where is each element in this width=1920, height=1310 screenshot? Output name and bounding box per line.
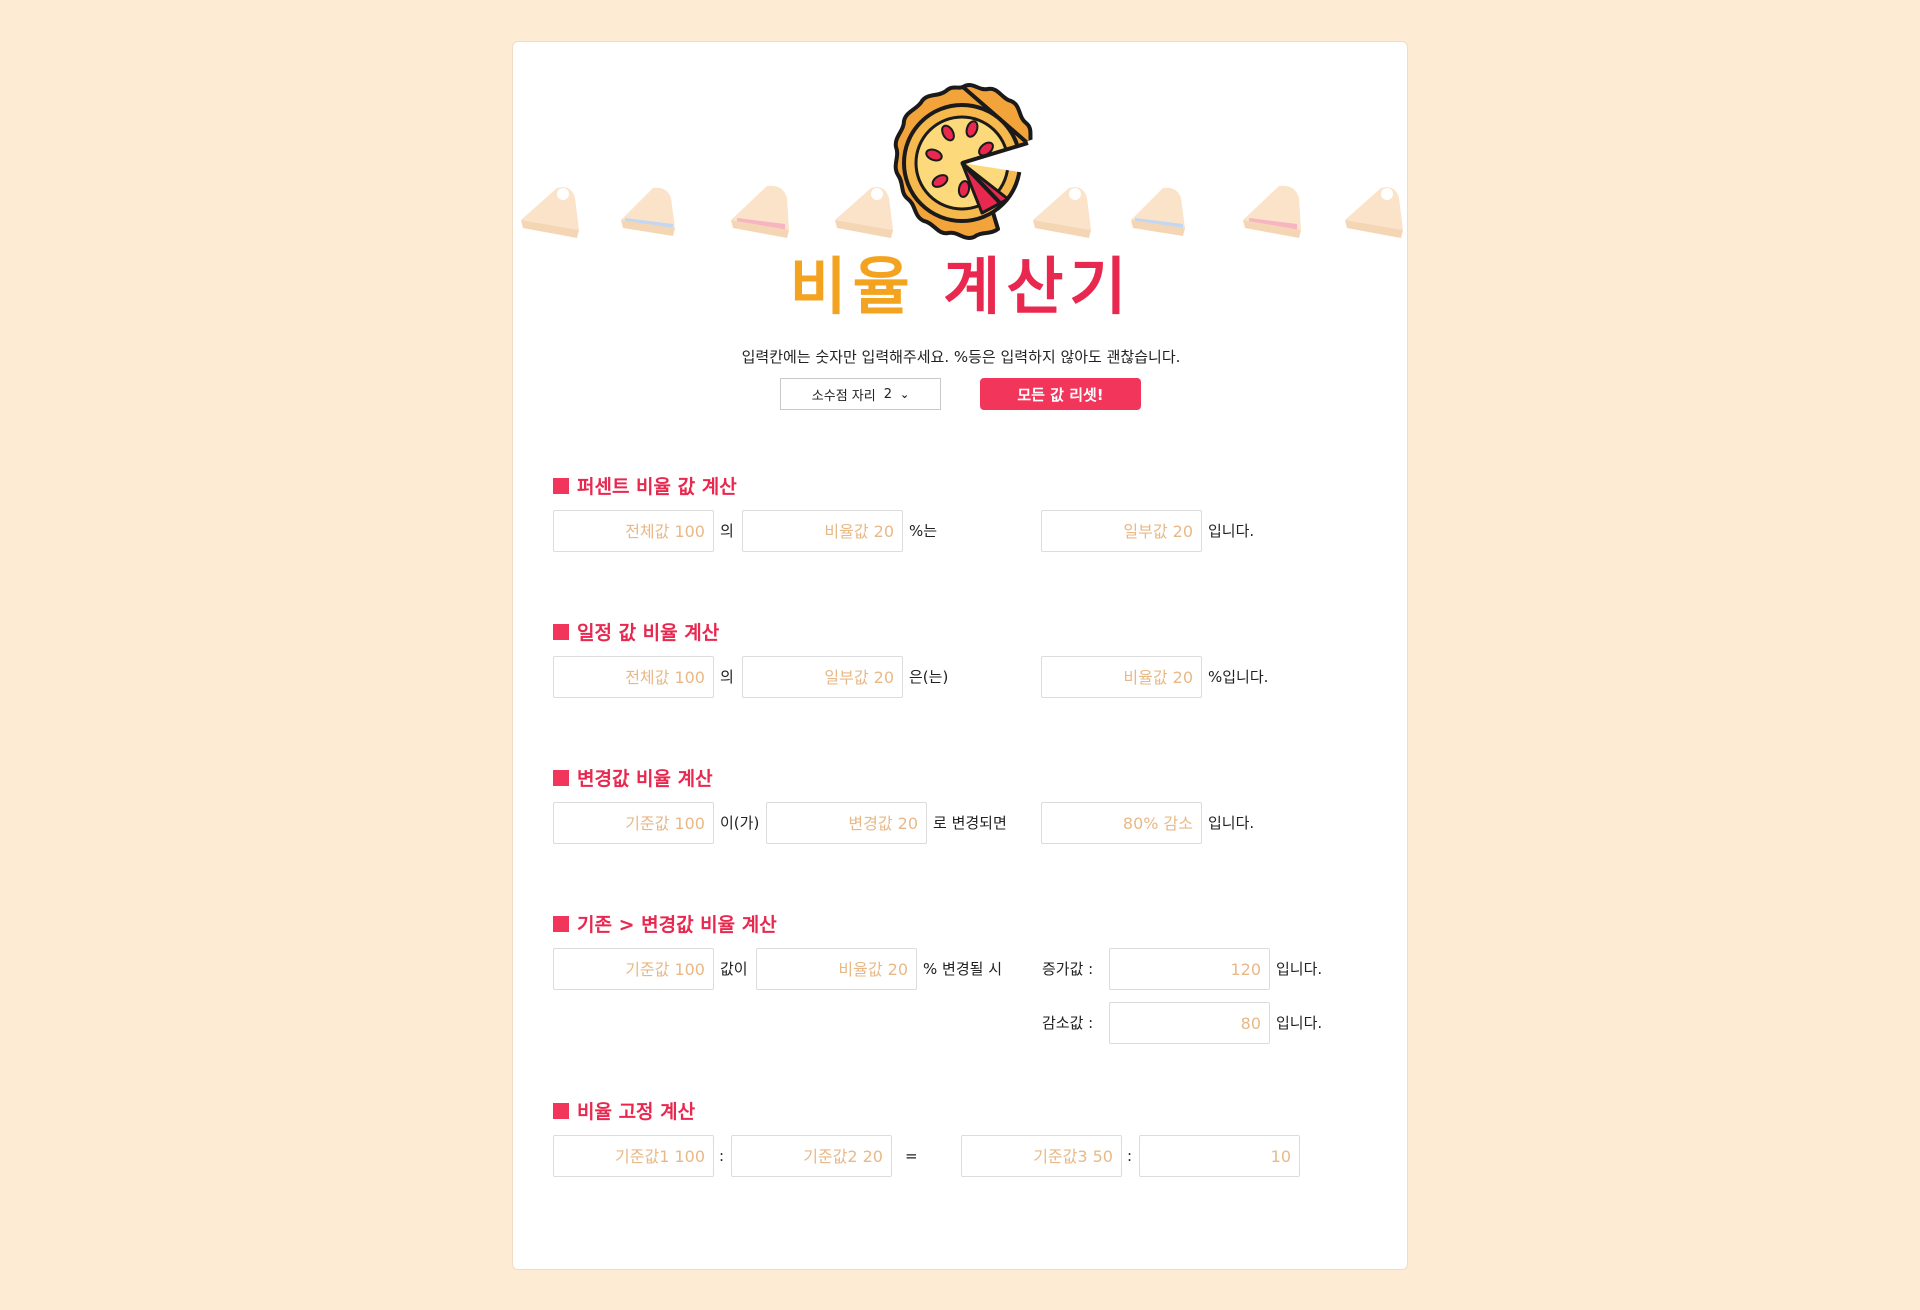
square-bullet-icon: [553, 477, 569, 494]
label-colon: :: [1127, 1147, 1133, 1165]
input-notice: 입력칸에는 숫자만 입력해주세요. %등은 입력하지 않아도 괜찮습니다.: [741, 348, 1181, 366]
label-value-subj: 값이: [720, 960, 748, 978]
fixed-base3-input[interactable]: [961, 1135, 1122, 1177]
label-is: 입니다.: [1208, 814, 1255, 832]
label-pct-when: % 변경될 시: [923, 960, 1002, 978]
title-part-1: 비율: [789, 250, 916, 323]
base-change-base-input[interactable]: [553, 948, 714, 990]
label-pct-is: %는: [909, 522, 938, 540]
section-title-text: 비율 고정 계산: [577, 1101, 696, 1123]
decimal-places-value: 2: [883, 386, 892, 402]
section-title-part: 일정 값 비율 계산: [553, 618, 719, 645]
pie-slice-icon: [1243, 185, 1301, 238]
fixed-result[interactable]: [1139, 1135, 1300, 1177]
part-rate-result[interactable]: [1041, 656, 1202, 698]
label-equals: =: [905, 1147, 918, 1165]
section-title-text: 일정 값 비율 계산: [577, 622, 720, 644]
label-is-topic: 은(는): [909, 668, 949, 686]
percent-total-input[interactable]: [553, 510, 714, 552]
change-new-input[interactable]: [766, 802, 927, 844]
decrease-result[interactable]: [1109, 1002, 1270, 1044]
fixed-base2-input[interactable]: [731, 1135, 892, 1177]
increase-result[interactable]: [1109, 948, 1270, 990]
decimal-places-select[interactable]: 소수점 자리 2 ⌄: [780, 378, 941, 410]
section-title-base-change: 기존 > 변경값 비율 계산: [553, 910, 777, 937]
section-title-percent: 퍼센트 비율 값 계산: [553, 472, 737, 499]
pie-logo-icon: [893, 83, 1038, 240]
fixed-base1-input[interactable]: [553, 1135, 714, 1177]
part-value-input[interactable]: [742, 656, 903, 698]
square-bullet-icon: [553, 623, 569, 640]
pie-slice-icon: [621, 187, 675, 236]
reset-all-button[interactable]: 모든 값 리셋!: [980, 378, 1141, 410]
decimal-places-label: 소수점 자리: [811, 388, 876, 404]
square-bullet-icon: [553, 769, 569, 786]
label-is: 입니다.: [1276, 960, 1323, 978]
label-of: 의: [720, 668, 734, 686]
square-bullet-icon: [553, 1102, 569, 1119]
section-title-fixed: 비율 고정 계산: [553, 1097, 695, 1124]
part-total-input[interactable]: [553, 656, 714, 698]
label-of: 의: [720, 522, 734, 540]
percent-rate-input[interactable]: [742, 510, 903, 552]
label-decrease: 감소값 :: [1042, 1014, 1094, 1032]
section-title-change: 변경값 비율 계산: [553, 764, 713, 791]
square-bullet-icon: [553, 915, 569, 932]
change-base-input[interactable]: [553, 802, 714, 844]
calculator-card: 비율 계산기 입력칸에는 숫자만 입력해주세요. %등은 입력하지 않아도 괜찮…: [512, 41, 1408, 1270]
title-part-2: 계산기: [943, 250, 1133, 323]
section-title-text: 기존 > 변경값 비율 계산: [577, 914, 777, 936]
section-title-text: 퍼센트 비율 값 계산: [577, 476, 737, 498]
pie-slice-icon: [1131, 187, 1185, 236]
percent-part-result[interactable]: [1041, 510, 1202, 552]
label-subj: 이(가): [720, 814, 760, 832]
pie-slice-icon: [731, 185, 789, 238]
chevron-down-icon: ⌄: [900, 387, 910, 401]
label-is: 입니다.: [1208, 522, 1255, 540]
label-when-changed: 로 변경되면: [933, 814, 1007, 832]
change-result[interactable]: [1041, 802, 1202, 844]
label-colon: :: [719, 1147, 725, 1165]
page-title: 비율 계산기: [513, 242, 1409, 332]
section-title-text: 변경값 비율 계산: [577, 768, 713, 790]
pie-slice-icon: [521, 187, 579, 238]
label-is: 입니다.: [1276, 1014, 1323, 1032]
pie-slice-icon: [1345, 187, 1403, 238]
label-increase: 증가값 :: [1042, 960, 1094, 978]
label-pct-is: %입니다.: [1208, 668, 1269, 686]
base-change-rate-input[interactable]: [756, 948, 917, 990]
